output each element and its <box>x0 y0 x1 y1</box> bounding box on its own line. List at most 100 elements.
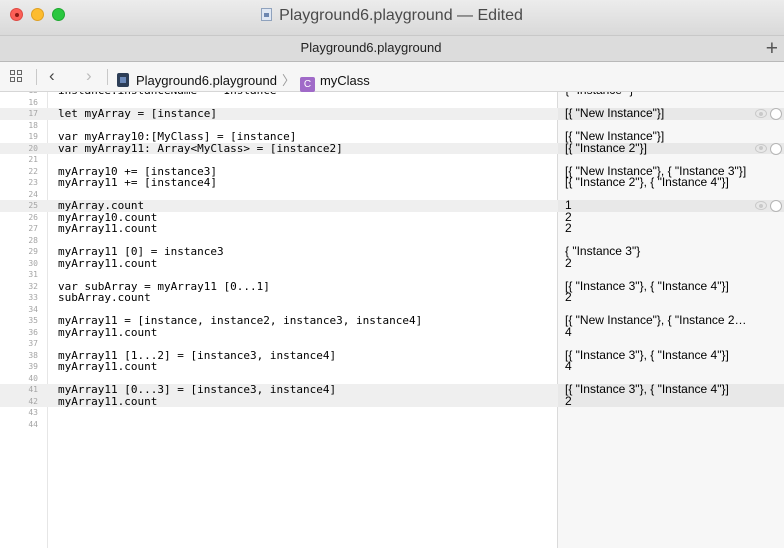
code-line[interactable]: 35 myArray11 = [instance, instance2, inst… <box>0 314 784 327</box>
code-text[interactable]: subArray.count <box>58 292 151 304</box>
back-button[interactable]: ‹ <box>49 66 55 86</box>
result-value[interactable]: 2 <box>565 291 572 304</box>
result-cell <box>558 327 784 339</box>
line-number: 40 <box>28 373 38 383</box>
result-cell <box>558 223 784 235</box>
line-number: 27 <box>28 224 38 233</box>
line-number: 21 <box>28 155 38 164</box>
code-text[interactable]: var myArray11: Array<MyClass> = [instanc… <box>58 142 343 155</box>
code-text[interactable]: myArray11.count <box>58 223 157 235</box>
breadcrumb: Playground6.playground 〉 CmyClass <box>117 70 370 92</box>
line-number: 41 <box>28 385 38 394</box>
document-icon <box>261 8 273 21</box>
forward-button[interactable]: › <box>86 66 92 86</box>
line-number: 23 <box>28 178 38 187</box>
line-number: 34 <box>28 304 38 314</box>
code-line[interactable]: 42 myArray11.count 2 <box>0 395 784 408</box>
quick-look-icon[interactable] <box>755 109 767 118</box>
jump-bar: ‹ › Playground6.playground 〉 CmyClass <box>0 62 784 92</box>
value-history-icon[interactable] <box>770 200 782 212</box>
result-value[interactable]: 4 <box>565 326 572 339</box>
playground-editor[interactable]: 15instance.instanceName = "Instance"{ "I… <box>0 92 784 548</box>
result-cell <box>558 200 784 212</box>
window-title: Playground6.playground — Edited <box>0 7 784 25</box>
result-cell <box>558 407 784 419</box>
result-value[interactable]: 2 <box>565 222 572 235</box>
related-items-icon[interactable] <box>10 70 24 84</box>
line-number: 19 <box>28 132 38 141</box>
code-text[interactable]: myArray11 [0...3] = [instance3, instance… <box>58 384 336 396</box>
result-value[interactable]: [{ "Instance 3"}, { "Instance 4"}] <box>565 383 729 396</box>
result-value[interactable]: 2 <box>565 395 572 408</box>
code-line[interactable]: 27 myArray11.count 2 <box>0 222 784 235</box>
code-text[interactable]: myArray11.count <box>58 326 157 339</box>
code-text[interactable]: var myArray10:[MyClass] = [instance] <box>58 131 296 143</box>
line-number: 38 <box>28 350 38 360</box>
tab-playground[interactable]: Playground6.playground <box>0 40 742 55</box>
line-number: 18 <box>28 120 38 130</box>
line-number: 16 <box>28 97 38 107</box>
line-number: 24 <box>28 189 38 199</box>
code-line[interactable]: 23 myArray11 += [instance4] [{ "Instance 2… <box>0 176 784 189</box>
line-number: 39 <box>28 362 38 371</box>
window-title-text: Playground6.playground — Edited <box>279 7 523 24</box>
result-value[interactable]: [{ "Instance 3"}, { "Instance 4"}] <box>565 280 729 293</box>
result-cell <box>558 212 784 224</box>
line-number: 30 <box>28 258 38 268</box>
result-cell <box>558 395 784 407</box>
code-text[interactable]: myArray11 += [instance4] <box>58 177 217 189</box>
line-number: 35 <box>28 316 38 325</box>
line-number: 42 <box>28 396 38 406</box>
line-number: 26 <box>28 212 38 222</box>
result-value[interactable]: [{ "New Instance"}, { "Instance 2… <box>565 314 747 327</box>
line-number: 32 <box>28 281 38 291</box>
code-text[interactable]: myArray11.count <box>58 257 157 270</box>
line-number: 36 <box>28 327 38 337</box>
chevron-right-icon: 〉 <box>281 73 295 88</box>
code-text[interactable]: myArray11 [0] = instance3 <box>58 246 224 258</box>
code-text[interactable]: myArray11.count <box>58 361 157 373</box>
code-line[interactable]: 19 var myArray10:[MyClass] = [instance][{… <box>0 130 784 143</box>
line-number: 37 <box>28 339 38 348</box>
code-line[interactable]: 33 subArray.count 2 <box>0 291 784 304</box>
code-line[interactable]: 41 myArray11 [0...3] = [instance3, instan… <box>0 383 784 396</box>
code-text[interactable]: myArray.count <box>58 200 144 212</box>
line-number: 29 <box>28 247 38 256</box>
line-number: 33 <box>28 293 38 302</box>
line-number: 31 <box>28 270 38 279</box>
code-line[interactable]: 30 myArray11.count 2 <box>0 257 784 270</box>
quick-look-icon[interactable] <box>755 143 767 153</box>
result-cell <box>558 189 784 201</box>
breadcrumb-class[interactable]: myClass <box>320 73 370 88</box>
line-number: 20 <box>28 143 38 153</box>
add-tab-button[interactable]: + <box>766 36 778 62</box>
code-line[interactable]: 39 myArray11.count 4 <box>0 360 784 373</box>
code-line[interactable]: 29 myArray11 [0] = instance3 { "Instance 3… <box>0 245 784 258</box>
jumpbar-divider <box>107 69 108 85</box>
line-number: 44 <box>28 419 38 429</box>
code-text[interactable]: myArray11.count <box>58 395 157 408</box>
result-value[interactable]: [{ "Instance 3"}, { "Instance 4"}] <box>565 349 729 362</box>
tab-bar: Playground6.playground + <box>0 36 784 62</box>
value-history-icon[interactable] <box>770 142 782 155</box>
result-value[interactable]: [{ "New Instance"}] <box>565 107 664 120</box>
result-value[interactable]: [{ "Instance 2"}] <box>565 142 647 155</box>
code-line[interactable]: 44 <box>0 419 784 431</box>
code-line[interactable]: 20 var myArray11: Array<MyClass> = [insta… <box>0 142 784 155</box>
line-number: 28 <box>28 235 38 245</box>
result-value[interactable]: [{ "Instance 2"}, { "Instance 4"}] <box>565 176 729 189</box>
code-text[interactable]: let myArray = [instance] <box>58 108 217 120</box>
result-cell <box>558 361 784 373</box>
quick-look-icon[interactable] <box>755 201 767 210</box>
code-line[interactable]: 36 myArray11.count 4 <box>0 326 784 339</box>
value-history-icon[interactable] <box>770 108 782 120</box>
line-number: 17 <box>28 109 38 118</box>
result-value[interactable]: { "Instance 3"} <box>565 245 640 258</box>
code-line[interactable]: 43 <box>0 407 784 419</box>
code-text[interactable]: myArray11 = [instance, instance2, instan… <box>58 315 422 327</box>
result-value[interactable]: 4 <box>565 360 572 373</box>
result-value[interactable]: 2 <box>565 257 572 270</box>
code-line[interactable]: 25 myArray.count 1 <box>0 199 784 212</box>
code-line[interactable]: 17 let myArray = [instance] [{ "New Instan… <box>0 107 784 120</box>
breadcrumb-file[interactable]: Playground6.playground <box>136 73 277 88</box>
